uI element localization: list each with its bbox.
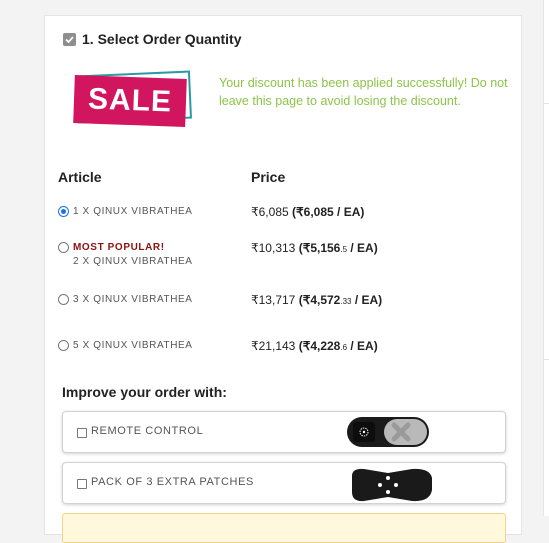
option-per-unit-suffix: / EA) <box>350 339 378 353</box>
most-popular-badge: MOST POPULAR! <box>73 242 165 253</box>
option-total: ₹21,143 <box>251 339 296 353</box>
option-article-block: MOST POPULAR! 2 X QINUX VIBRATHEA <box>73 241 193 269</box>
sale-text: SALE <box>87 82 173 119</box>
checked-checkbox-icon <box>63 32 76 46</box>
option-total: ₹13,717 <box>251 293 296 307</box>
option-per-unit-cents: .33 <box>340 297 352 306</box>
sale-badge-label: SALE <box>73 75 187 127</box>
remote-control-image <box>346 415 436 454</box>
option-per-unit-cents: .6 <box>340 343 348 352</box>
improve-order-title: Improve your order with: <box>62 384 227 400</box>
adjacent-panel-edge <box>543 0 549 516</box>
option-article: 3 X QINUX VIBRATHEA <box>73 294 193 305</box>
option-per-unit-suffix: / EA) <box>337 205 365 219</box>
panel-divider <box>544 359 549 360</box>
step-header: 1. Select Order Quantity <box>63 29 242 49</box>
option-per-unit: ₹4,572 <box>302 293 341 307</box>
option-per-unit-suffix: / EA) <box>350 241 378 255</box>
option-per-unit-suffix: / EA) <box>354 293 383 307</box>
price-column-header: Price <box>251 169 286 185</box>
addon-checkbox[interactable] <box>77 479 87 489</box>
quantity-radio[interactable] <box>58 206 69 217</box>
option-total: ₹10,313 <box>251 241 296 255</box>
option-per-unit: ₹6,085 <box>296 205 334 219</box>
option-per-unit-cents: .5 <box>340 245 348 254</box>
option-article: 1 X QINUX VIBRATHEA <box>73 206 193 217</box>
option-article: 5 X QINUX VIBRATHEA <box>73 340 193 351</box>
step-title: 1. Select Order Quantity <box>82 31 242 47</box>
quantity-radio[interactable] <box>58 294 69 305</box>
order-quantity-card: 1. Select Order Quantity SALE Your disco… <box>44 15 522 543</box>
option-per-unit: ₹5,156 <box>302 241 341 255</box>
addon-label: PACK OF 3 EXTRA PATCHES <box>91 476 254 488</box>
option-price: ₹6,085 (₹6,085 / EA) <box>251 205 365 219</box>
option-price: ₹21,143 (₹4,228.6 / EA) <box>251 339 378 353</box>
quantity-radio[interactable] <box>58 242 69 253</box>
addon-remote-control[interactable]: REMOTE CONTROL <box>62 411 506 453</box>
panel-divider <box>544 103 549 104</box>
discount-message: Your discount has been applied successfu… <box>219 76 508 108</box>
option-per-unit: ₹4,228 <box>302 339 341 353</box>
option-price: ₹10,313 (₹5,156.5 / EA) <box>251 241 378 255</box>
option-total: ₹6,085 <box>251 205 289 219</box>
article-column-header: Article <box>58 169 102 185</box>
option-article: 2 X QINUX VIBRATHEA <box>73 256 193 267</box>
addon-checkbox[interactable] <box>77 428 87 438</box>
addon-label: REMOTE CONTROL <box>91 425 204 437</box>
quantity-radio[interactable] <box>58 340 69 351</box>
addon-extra-patches[interactable]: PACK OF 3 EXTRA PATCHES <box>62 462 506 504</box>
patch-pack-image <box>346 466 438 511</box>
next-section-box <box>62 513 506 543</box>
sale-badge: SALE <box>72 70 192 127</box>
option-price: ₹13,717 (₹4,572.33 / EA) <box>251 293 383 307</box>
